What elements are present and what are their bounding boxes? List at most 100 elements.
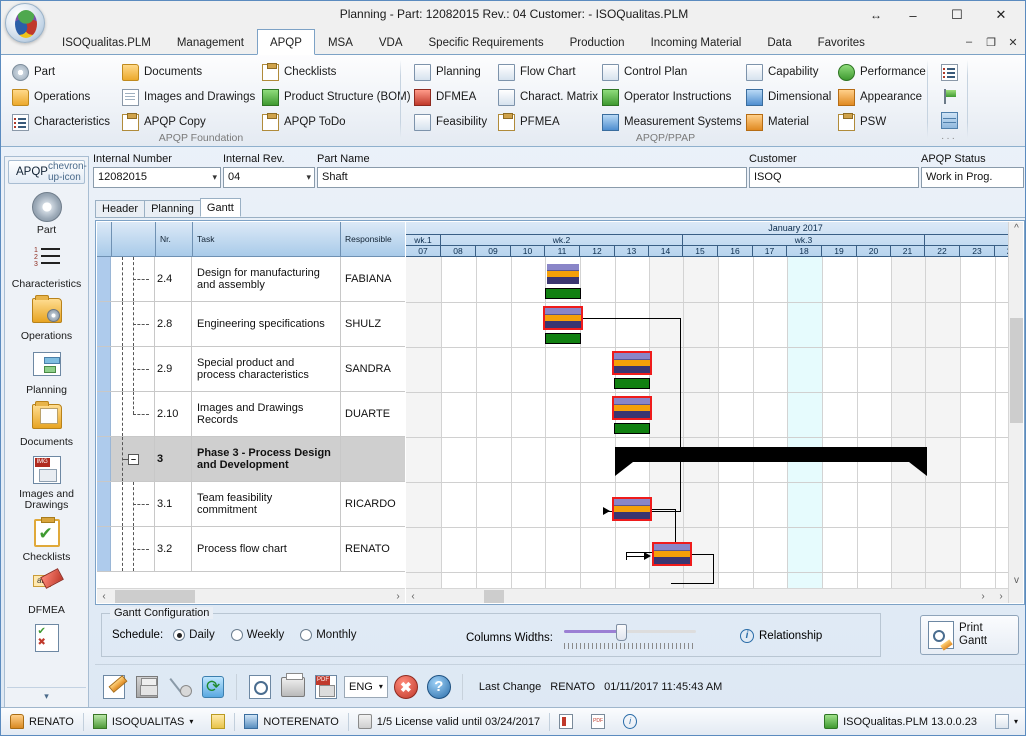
chevron-left-icon[interactable]: ‹	[97, 589, 111, 603]
minimize-button[interactable]: –	[891, 1, 935, 29]
chevron-left-icon[interactable]: ‹	[406, 589, 420, 603]
sidebar-item-checklists[interactable]: Checklists	[5, 514, 88, 566]
chevron-down-icon[interactable]: ▾	[189, 717, 193, 726]
chevron-up-icon[interactable]: ^	[1009, 222, 1023, 236]
chart-hscrollbar[interactable]: ‹ › ›	[406, 588, 1008, 603]
menu-tab-vda[interactable]: VDA	[366, 29, 416, 55]
table-row[interactable]: 2.10 Images and Drawings Records DUARTE	[97, 392, 405, 437]
slider-thumb[interactable]	[616, 624, 627, 641]
sidebar-item-characteristics[interactable]: Characteristics	[5, 239, 88, 293]
menu-tab-management[interactable]: Management	[164, 29, 257, 55]
gantt-bar-selected[interactable]	[612, 351, 652, 375]
ribbon-item-apqp-todo[interactable]: APQP ToDo	[259, 110, 349, 134]
save-icon[interactable]	[132, 671, 162, 703]
sidebar-item-pfmea[interactable]	[5, 619, 88, 659]
menu-tab-favorites[interactable]: Favorites	[805, 29, 878, 55]
sidebar-scroll-down-button[interactable]: ▾	[7, 687, 86, 705]
radio-daily[interactable]: Daily	[173, 629, 215, 641]
status-station[interactable]: NOTERENATO	[235, 709, 347, 735]
gantt-bar-selected[interactable]	[652, 542, 692, 566]
chevron-down-icon[interactable]: v	[1009, 574, 1023, 588]
sidebar-item-planning[interactable]: Planning	[5, 345, 88, 399]
menu-tab-incoming-material[interactable]: Incoming Material	[638, 29, 755, 55]
chevron-down-icon[interactable]: ▾	[379, 682, 383, 691]
menu-tab-isoqualitas[interactable]: ISOQualitas.PLM	[49, 29, 164, 55]
ribbon-item-dimensional[interactable]: Dimensional	[743, 85, 834, 109]
ribbon-item-dfmea[interactable]: DFMEA	[411, 85, 479, 109]
gantt-summary-bar[interactable]	[615, 447, 927, 462]
table-row[interactable]: 3.1 Team feasibility commitment RICARDO	[97, 482, 405, 527]
export-pdf-icon[interactable]	[311, 671, 341, 703]
sidebar-item-operations[interactable]: Operations	[5, 292, 88, 345]
menu-tab-production[interactable]: Production	[557, 29, 638, 55]
menu-tab-apqp[interactable]: APQP	[257, 29, 315, 55]
collapse-toggle-icon[interactable]: –	[128, 454, 139, 465]
tab-header[interactable]: Header	[95, 200, 145, 217]
columns-widths-slider[interactable]	[564, 624, 696, 650]
column-header-nr[interactable]: Nr.	[157, 222, 171, 256]
ribbon-item-flow-chart[interactable]: Flow Chart	[495, 60, 579, 84]
ribbon-item-psw[interactable]: PSW	[835, 110, 889, 134]
ribbon-item-measurement-systems[interactable]: Measurement Systems	[599, 110, 745, 134]
sidebar-item-part[interactable]: Part	[5, 189, 88, 239]
chart-vscrollbar[interactable]: ^ v	[1008, 222, 1023, 603]
ribbon-item-appearance[interactable]: Appearance	[835, 85, 925, 109]
part-name-input[interactable]: Shaft	[317, 167, 747, 188]
language-selector[interactable]: ENG ▾	[344, 676, 388, 698]
edit-icon[interactable]	[99, 671, 129, 703]
preview-icon[interactable]	[245, 671, 275, 703]
ribbon-item-planning[interactable]: Planning	[411, 60, 484, 84]
delete-icon[interactable]	[165, 671, 195, 703]
ribbon-item-pfmea[interactable]: PFMEA	[495, 110, 563, 134]
cancel-icon[interactable]: ✖	[391, 671, 421, 703]
print-gantt-button[interactable]: Print Gantt	[920, 615, 1019, 655]
restore-arrows-icon[interactable]: ↔	[861, 1, 891, 29]
internal-number-input[interactable]: 12082015	[93, 167, 221, 188]
gantt-chart-body[interactable]	[406, 257, 1023, 603]
status-info-button[interactable]: i	[614, 709, 646, 735]
table-row[interactable]: 3.2 Process flow chart RENATO	[97, 527, 405, 572]
scroll-end-icon[interactable]: ›	[994, 589, 1008, 603]
ribbon-overflow-button[interactable]: ···	[930, 133, 968, 144]
status-note-button[interactable]	[202, 709, 234, 735]
chevron-right-icon[interactable]: ›	[976, 589, 990, 603]
ribbon-item-checklists[interactable]: Checklists	[259, 60, 339, 84]
sidebar-item-documents[interactable]: Documents	[5, 398, 88, 451]
sidebar-item-dfmea[interactable]: DFMEA	[5, 565, 88, 619]
ribbon-item-material[interactable]: Material	[743, 110, 812, 134]
relationship-toggle[interactable]: i Relationship	[740, 629, 822, 643]
status-license[interactable]: 1/5 License valid until 03/24/2017	[349, 709, 549, 735]
chevron-right-icon[interactable]: ›	[391, 589, 405, 603]
column-header-responsible[interactable]: Responsible	[342, 222, 392, 256]
sidebar-item-images-drawings[interactable]: Images and Drawings	[5, 451, 88, 514]
gantt-bar-selected[interactable]	[612, 396, 652, 420]
ribbon-item-characteristics[interactable]: Characteristics	[9, 110, 113, 134]
sidebar-header[interactable]: APQP chevron-up-icon	[8, 160, 85, 184]
apqp-status-input[interactable]: Work in Prog.	[921, 167, 1024, 188]
maximize-button[interactable]: ☐	[935, 1, 979, 29]
mdi-minimize-button[interactable]: –	[959, 31, 979, 53]
radio-monthly[interactable]: Monthly	[300, 629, 356, 641]
ribbon-item-feasibility[interactable]: Feasibility	[411, 110, 490, 134]
table-row[interactable]: 2.9 Special product and process characte…	[97, 347, 405, 392]
menu-tab-data[interactable]: Data	[754, 29, 804, 55]
table-row[interactable]: 2.4 Design for manufacturing and assembl…	[97, 257, 405, 302]
chevron-up-icon[interactable]: chevron-up-icon	[48, 161, 87, 183]
status-company[interactable]: ISOQUALITAS ▾	[84, 709, 203, 735]
gantt-bar-selected[interactable]	[543, 306, 583, 330]
status-pdf-button[interactable]: PDF	[582, 709, 614, 735]
ribbon-item-bom[interactable]: Product Structure (BOM)	[259, 85, 414, 109]
table-hscrollbar[interactable]: ‹ ›	[97, 588, 405, 603]
gantt-bar[interactable]	[545, 262, 581, 286]
ribbon-item-images-drawings[interactable]: Images and Drawings	[119, 85, 258, 109]
mdi-restore-button[interactable]: ❐	[981, 31, 1001, 53]
status-report-button[interactable]	[550, 709, 582, 735]
radio-weekly[interactable]: Weekly	[231, 629, 285, 641]
ribbon-item-operator-instructions[interactable]: Operator Instructions	[599, 85, 734, 109]
status-window-button[interactable]: ▾	[986, 709, 1026, 735]
tab-gantt[interactable]: Gantt	[200, 198, 241, 217]
internal-rev-input[interactable]: 04	[223, 167, 315, 188]
refresh-icon[interactable]	[198, 671, 228, 703]
chevron-down-icon[interactable]: ▾	[1014, 717, 1018, 726]
help-icon[interactable]: ?	[424, 671, 454, 703]
